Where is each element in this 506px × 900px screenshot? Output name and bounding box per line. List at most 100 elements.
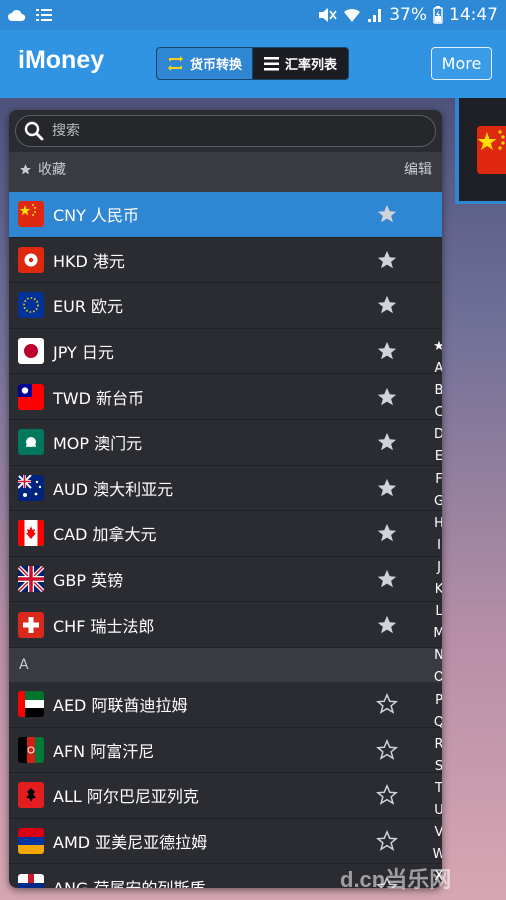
favorite-star-icon[interactable] [376, 249, 398, 271]
search-icon [24, 121, 44, 141]
index-letter[interactable]: ★ [429, 336, 442, 358]
favorite-star-icon[interactable] [376, 522, 398, 544]
favorites-header: 收藏 编辑 [9, 152, 442, 186]
tab-currency-converter[interactable]: 货币转换 [157, 48, 253, 79]
watermark: d.cn当乐网 [340, 867, 452, 892]
currency-label: JPY 日元 [53, 343, 114, 363]
currency-label: CNY 人民币 [53, 206, 140, 226]
flag-hk-icon [18, 246, 44, 273]
index-letter[interactable]: P [429, 690, 442, 712]
index-letter[interactable]: N [429, 645, 442, 667]
index-letter[interactable]: O [429, 667, 442, 689]
currency-label: ALL 阿尔巴尼亚列克 [53, 787, 199, 807]
flag-tw-icon [18, 383, 44, 410]
currency-label: GBP 英镑 [53, 571, 124, 591]
index-letter[interactable]: J [429, 557, 442, 579]
signal-icon [367, 7, 383, 23]
index-letter[interactable]: H [429, 513, 442, 535]
index-letter[interactable]: V [429, 822, 442, 844]
currency-label: AFN 阿富汗尼 [53, 741, 155, 761]
tab-label: 汇率列表 [284, 58, 337, 73]
index-letter[interactable]: Q [429, 712, 442, 734]
flag-ae-icon [18, 691, 44, 718]
index-letter[interactable]: M [429, 623, 442, 645]
alphabet-index[interactable]: ★ A B C D E F G H I J K L M N O P Q R S … [429, 336, 442, 888]
favorite-star-outline-icon[interactable] [375, 829, 399, 852]
currency-row-mop[interactable]: MOP 澳门元 [9, 420, 442, 466]
favorites-title: 收藏 [38, 162, 66, 178]
currency-label: AED 阿联酋迪拉姆 [53, 696, 188, 716]
edit-button[interactable]: 编辑 [404, 159, 432, 179]
index-letter[interactable]: K [429, 579, 442, 601]
converter-panel-peek[interactable] [455, 98, 506, 204]
flag-af-icon [18, 736, 44, 763]
currency-label: HKD 港元 [53, 251, 125, 271]
currency-row-afn[interactable]: AFN 阿富汗尼 [9, 728, 442, 774]
currency-label: CHF 瑞士法郎 [53, 616, 155, 636]
index-letter[interactable]: L [429, 601, 442, 623]
currency-row-hkd[interactable]: HKD 港元 [9, 238, 442, 284]
index-letter[interactable]: I [429, 535, 442, 557]
favorite-star-icon[interactable] [376, 477, 398, 499]
app-title: iMoney [18, 46, 105, 74]
flag-cn-icon [18, 201, 44, 228]
favorite-star-outline-icon[interactable] [375, 693, 399, 715]
star-icon [19, 163, 32, 176]
index-letter[interactable]: T [429, 778, 442, 800]
currency-row-amd[interactable]: AMD 亚美尼亚德拉姆 [9, 819, 442, 865]
index-letter[interactable]: B [429, 380, 442, 402]
mute-icon [317, 7, 337, 23]
currency-label: ANG 荷属安的列斯盾 [53, 875, 205, 888]
index-letter[interactable]: A [429, 358, 442, 380]
index-letter[interactable]: S [429, 756, 442, 778]
search-input[interactable] [52, 123, 412, 139]
wifi-icon [343, 7, 361, 23]
currency-row-jpy[interactable]: JPY 日元 [9, 329, 442, 375]
flag-cn-icon [477, 126, 506, 174]
favorite-star-icon[interactable] [376, 614, 398, 636]
index-letter[interactable]: F [429, 469, 442, 491]
currency-label: TWD 新台币 [53, 388, 145, 408]
currency-label: MOP 澳门元 [53, 434, 143, 454]
battery-percent: 37% [389, 5, 427, 25]
favorite-star-icon[interactable] [376, 294, 398, 316]
flag-an-icon [18, 873, 44, 888]
more-button[interactable]: More [431, 47, 492, 80]
flag-jp-icon [18, 338, 44, 365]
index-letter[interactable]: U [429, 800, 442, 822]
currency-label: AUD 澳大利亚元 [53, 479, 174, 499]
currency-row-aud[interactable]: AUD 澳大利亚元 [9, 466, 442, 512]
favorite-star-icon[interactable] [376, 340, 398, 362]
favorite-star-outline-icon[interactable] [375, 738, 399, 761]
currency-label: AMD 亚美尼亚德拉姆 [53, 833, 208, 853]
currency-row-aed[interactable]: AED 阿联酋迪拉姆 [9, 682, 442, 728]
search-box[interactable] [15, 115, 436, 147]
flag-mo-icon [18, 429, 44, 456]
favorite-star-outline-icon[interactable] [375, 784, 399, 806]
cloud-icon [8, 9, 26, 21]
index-letter[interactable]: D [429, 424, 442, 446]
currency-row-eur[interactable]: EUR 欧元 [9, 283, 442, 329]
currency-row-cny[interactable]: CNY 人民币 [9, 192, 442, 238]
tab-rate-list[interactable]: 汇率列表 [253, 48, 348, 79]
tab-label: 货币转换 [189, 58, 242, 73]
favorite-star-icon[interactable] [376, 386, 398, 408]
index-letter[interactable]: E [429, 446, 442, 468]
favorite-star-icon[interactable] [376, 203, 398, 225]
index-letter[interactable]: R [429, 734, 442, 756]
index-letter[interactable]: G [429, 491, 442, 513]
currency-row-all[interactable]: ALL 阿尔巴尼亚列克 [9, 773, 442, 819]
view-switcher: 货币转换 汇率列表 [156, 47, 349, 80]
index-letter[interactable]: C [429, 402, 442, 424]
currency-row-gbp[interactable]: GBP 英镑 [9, 557, 442, 603]
list-icon [263, 56, 279, 71]
flag-al-icon [18, 782, 44, 809]
clock: 14:47 [449, 5, 498, 25]
currency-row-twd[interactable]: TWD 新台币 [9, 374, 442, 420]
list-notification-icon [36, 8, 52, 22]
section-letter: A [19, 656, 29, 673]
favorite-star-icon[interactable] [376, 431, 398, 453]
currency-row-cad[interactable]: CAD 加拿大元 [9, 511, 442, 557]
currency-row-chf[interactable]: CHF 瑞士法郎 [9, 602, 442, 648]
favorite-star-icon[interactable] [376, 568, 398, 590]
